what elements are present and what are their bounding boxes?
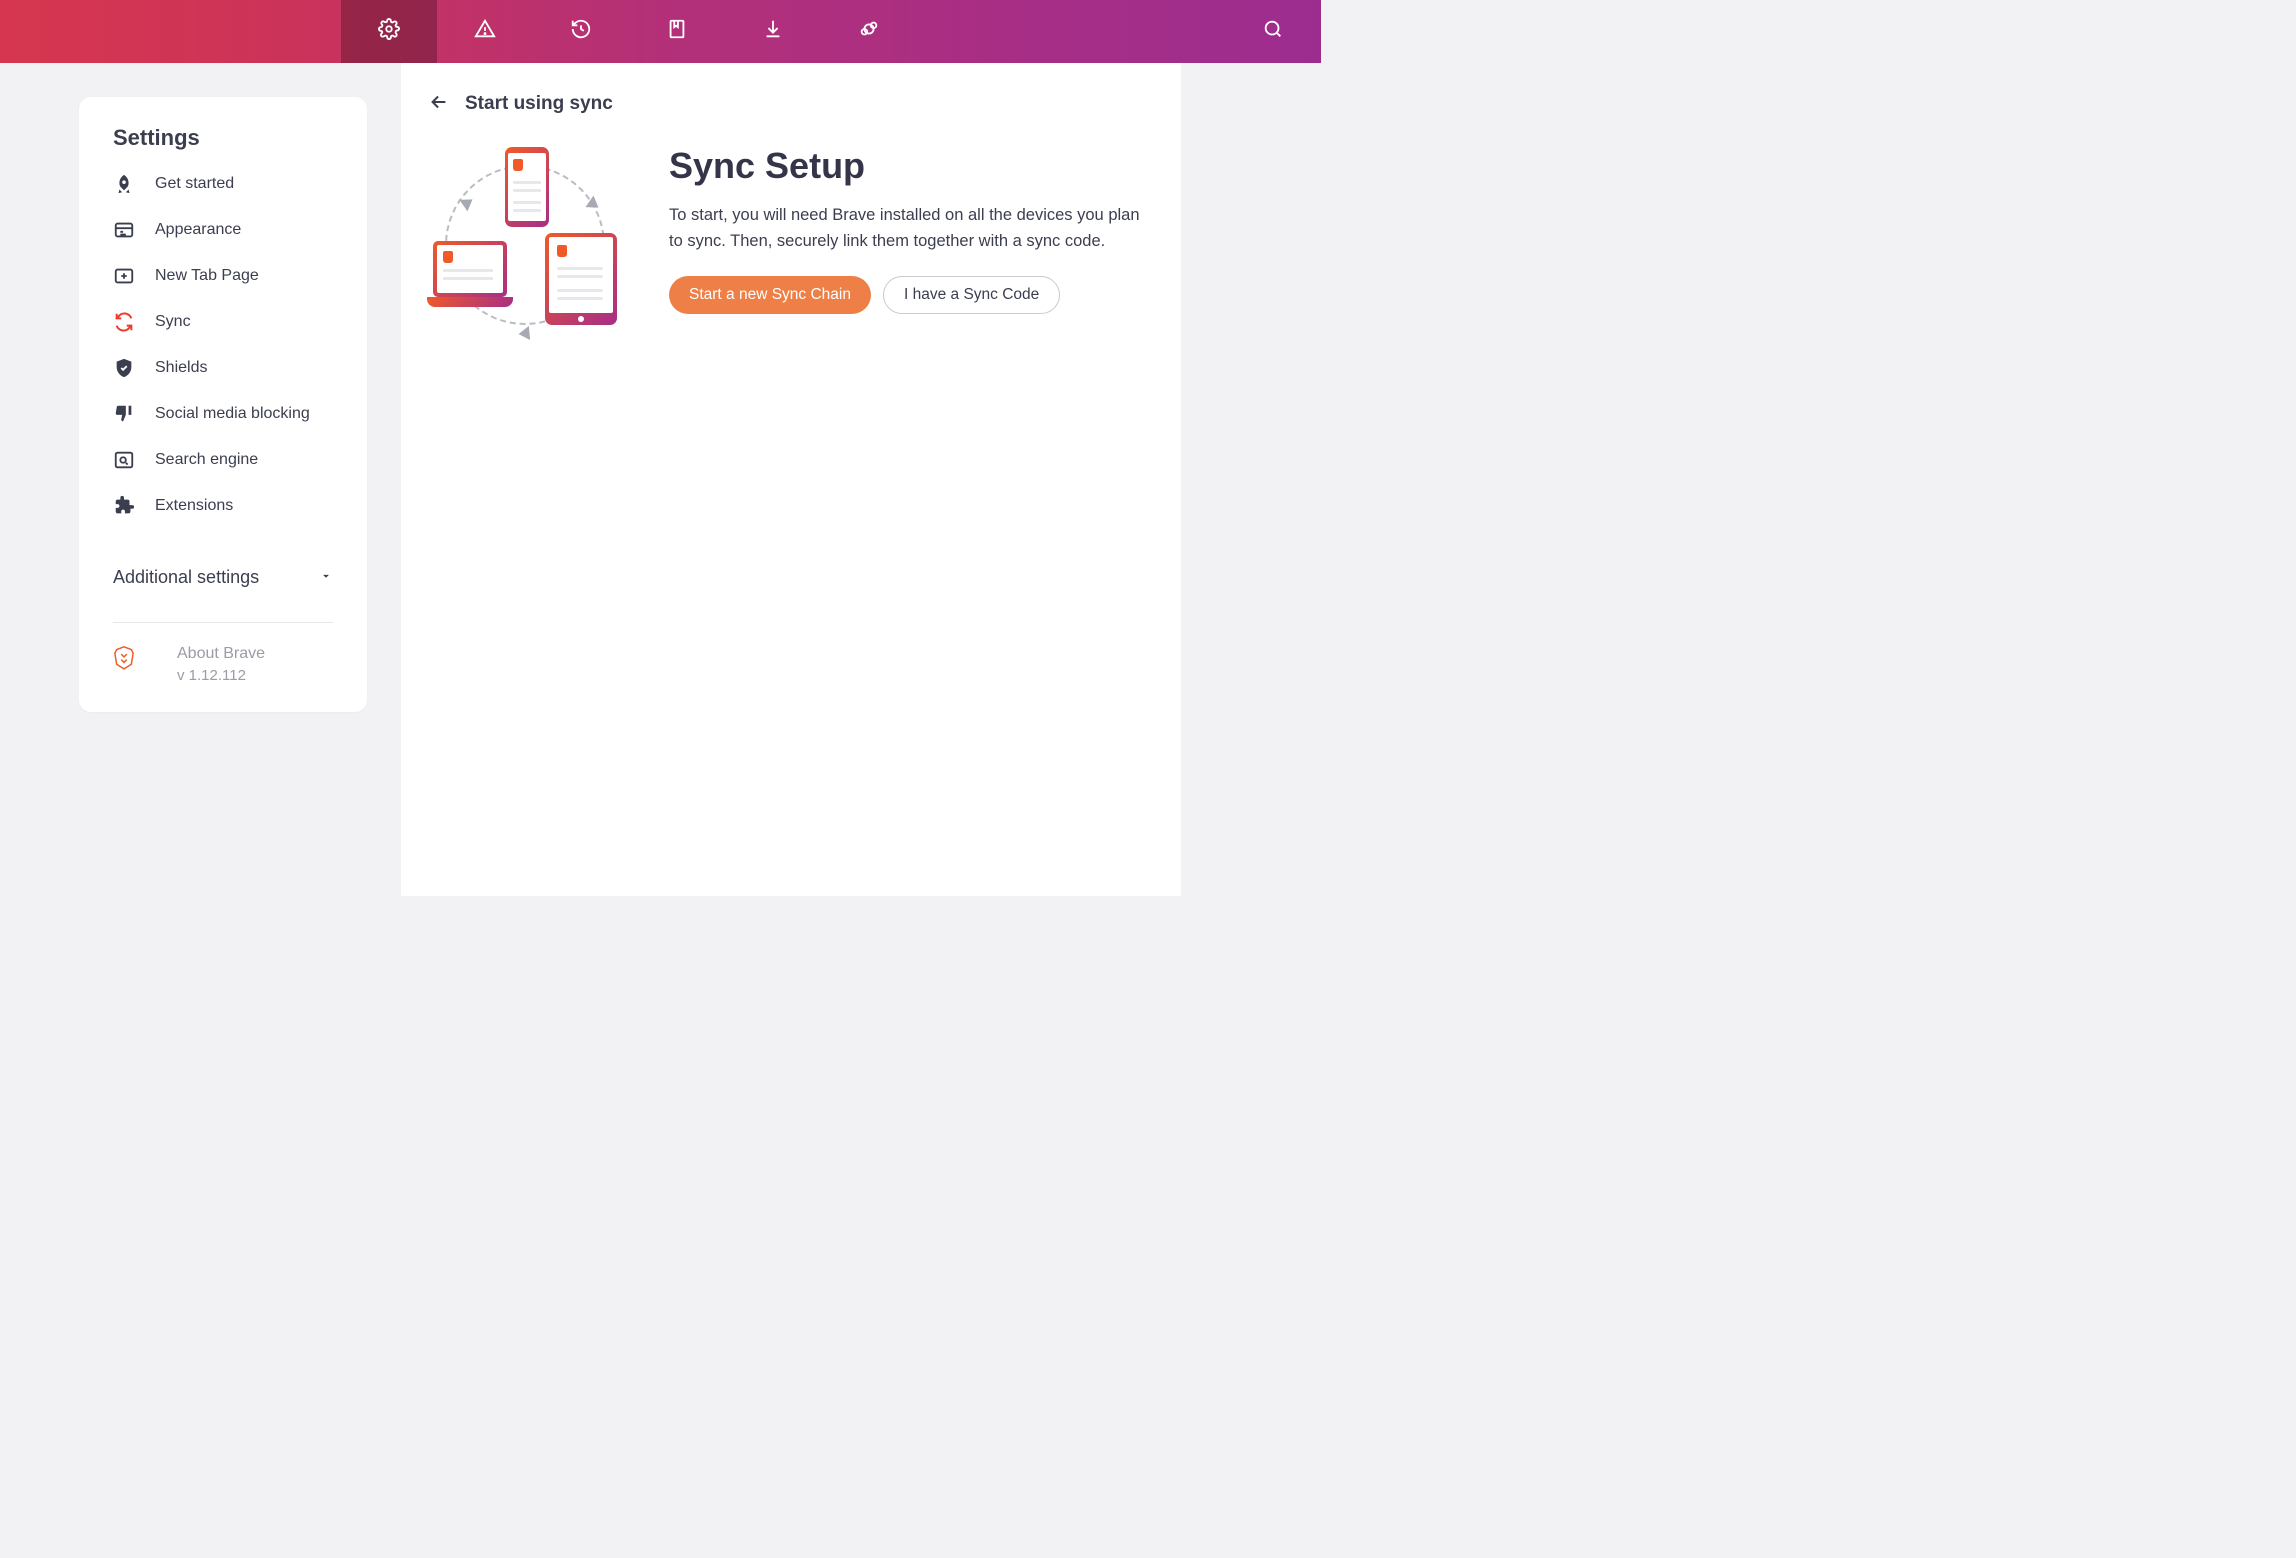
arrow-left-icon bbox=[428, 91, 450, 118]
sidebar-item-extensions[interactable]: Extensions bbox=[79, 483, 367, 529]
page-title: Start using sync bbox=[465, 93, 613, 115]
thumbs-down-icon bbox=[113, 403, 135, 425]
sidebar-item-social-blocking[interactable]: Social media blocking bbox=[79, 391, 367, 437]
sidebar-item-label: Shields bbox=[155, 359, 207, 377]
sidebar-item-about[interactable]: About Brave v 1.12.112 bbox=[79, 623, 367, 684]
sidebar-item-label: Social media blocking bbox=[155, 405, 310, 423]
have-sync-code-button[interactable]: I have a Sync Code bbox=[883, 276, 1060, 314]
main-content: Start using sync bbox=[401, 63, 1181, 896]
additional-settings-toggle[interactable]: Additional settings bbox=[79, 541, 367, 606]
search-icon bbox=[1262, 18, 1284, 45]
tab-settings[interactable] bbox=[341, 0, 437, 63]
settings-sidebar: Settings Get started Appearance New Tab … bbox=[79, 97, 367, 712]
search-button[interactable] bbox=[1249, 0, 1297, 63]
sync-description: To start, you will need Brave installed … bbox=[669, 203, 1153, 254]
shield-icon bbox=[113, 357, 135, 379]
tab-bookmarks[interactable] bbox=[629, 0, 725, 63]
back-button[interactable] bbox=[423, 88, 455, 120]
chevron-down-icon bbox=[319, 567, 333, 588]
sidebar-item-appearance[interactable]: Appearance bbox=[79, 207, 367, 253]
download-icon bbox=[762, 18, 784, 45]
rewards-icon bbox=[858, 18, 880, 45]
top-toolbar bbox=[0, 0, 1321, 63]
tab-history[interactable] bbox=[533, 0, 629, 63]
history-icon bbox=[570, 18, 592, 45]
sidebar-item-label: Appearance bbox=[155, 221, 241, 239]
sidebar-item-sync[interactable]: Sync bbox=[79, 299, 367, 345]
tab-rewards[interactable] bbox=[821, 0, 917, 63]
tab-downloads[interactable] bbox=[725, 0, 821, 63]
bookmark-icon bbox=[666, 18, 688, 45]
sidebar-item-get-started[interactable]: Get started bbox=[79, 161, 367, 207]
rocket-icon bbox=[113, 173, 135, 195]
gear-icon bbox=[378, 18, 400, 45]
sidebar-item-label: Extensions bbox=[155, 497, 233, 515]
puzzle-icon bbox=[113, 495, 135, 517]
sync-illustration bbox=[427, 147, 627, 347]
sidebar-title: Settings bbox=[79, 125, 367, 161]
sidebar-item-label: Sync bbox=[155, 313, 191, 331]
tab-security[interactable] bbox=[437, 0, 533, 63]
sidebar-item-label: Get started bbox=[155, 175, 234, 193]
sync-heading: Sync Setup bbox=[669, 145, 1153, 187]
additional-settings-label: Additional settings bbox=[113, 567, 259, 588]
sidebar-item-new-tab[interactable]: New Tab Page bbox=[79, 253, 367, 299]
sidebar-item-label: New Tab Page bbox=[155, 267, 259, 285]
toolbar-tabs bbox=[341, 0, 917, 63]
sidebar-item-label: Search engine bbox=[155, 451, 258, 469]
appearance-icon bbox=[113, 219, 135, 241]
warning-triangle-icon bbox=[474, 18, 496, 45]
about-version: v 1.12.112 bbox=[177, 667, 265, 684]
sidebar-item-search-engine[interactable]: Search engine bbox=[79, 437, 367, 483]
start-sync-chain-button[interactable]: Start a new Sync Chain bbox=[669, 276, 871, 314]
brave-logo-icon bbox=[113, 645, 135, 671]
sidebar-item-shields[interactable]: Shields bbox=[79, 345, 367, 391]
search-box-icon bbox=[113, 449, 135, 471]
page-header: Start using sync bbox=[423, 83, 1153, 125]
sync-icon bbox=[113, 311, 135, 333]
about-label: About Brave bbox=[177, 645, 265, 663]
new-tab-icon bbox=[113, 265, 135, 287]
